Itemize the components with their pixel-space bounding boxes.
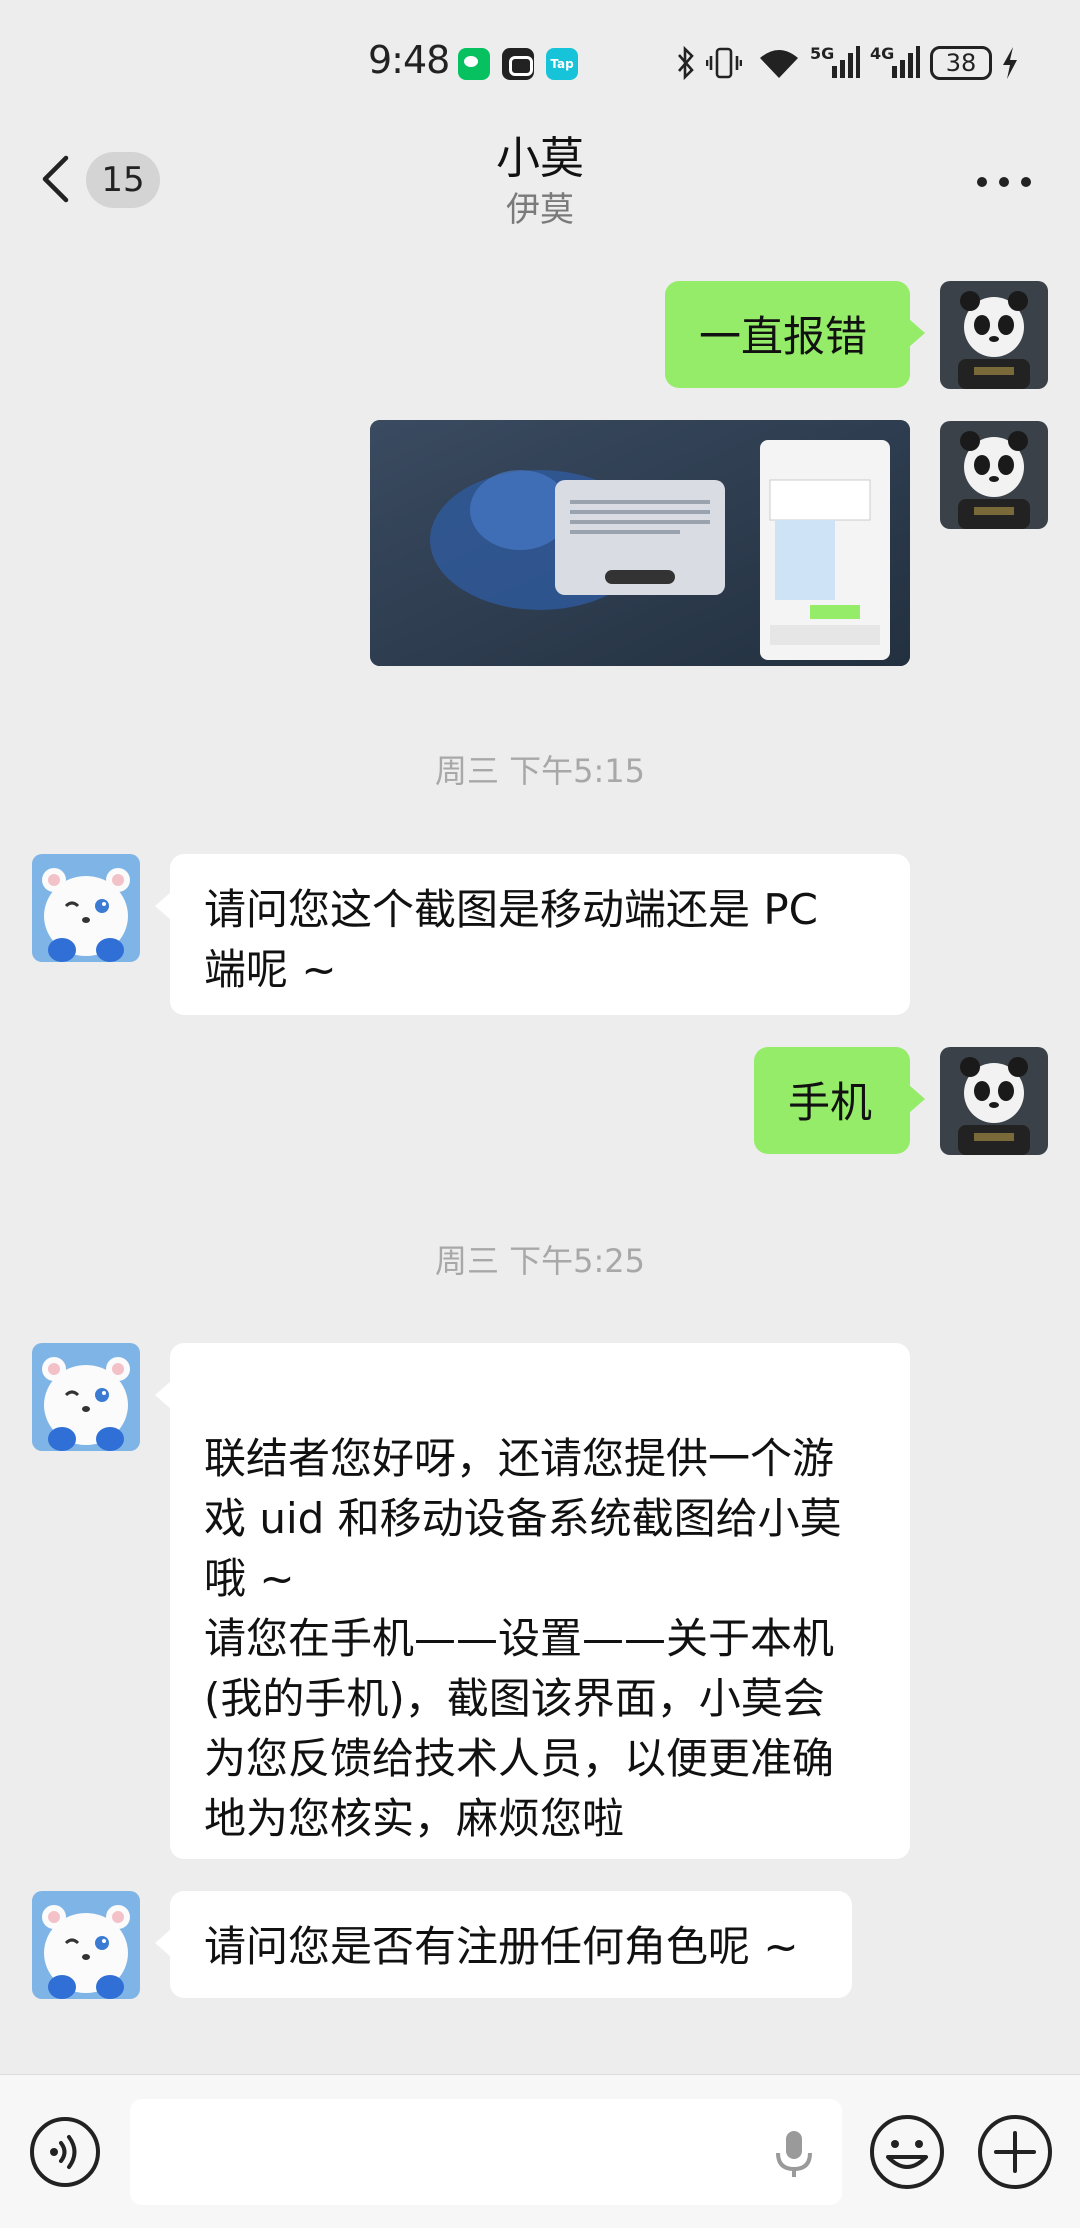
- timestamp: 周三 下午5:15: [434, 752, 646, 790]
- message-bubble-sent[interactable]: 一直报错: [665, 281, 925, 388]
- message-notification-icon: [502, 48, 534, 80]
- screenshot-image-message[interactable]: [370, 420, 910, 666]
- my-avatar[interactable]: [940, 421, 1048, 529]
- wifi-icon: [760, 50, 798, 78]
- battery-indicator: 38: [930, 46, 992, 80]
- status-bar: 9:48 Tap 5G 4G 38: [0, 0, 1080, 120]
- message-bubble-received[interactable]: 联结者您好呀，还请您提供一个游 戏 uid 和移动设备系统截图给小莫 哦 ~ 请…: [155, 1343, 910, 1859]
- message-text: 请问您这个截图是移动端还是 PC 端呢 ~: [204, 885, 819, 994]
- contact-avatar[interactable]: [32, 1343, 140, 1451]
- taptap-notification-icon: Tap: [546, 48, 578, 80]
- more-options-icon[interactable]: [976, 176, 1032, 188]
- charging-icon: [1003, 47, 1017, 79]
- signal-4g-icon: 4G: [870, 44, 920, 80]
- chat-subtitle: 伊莫: [506, 190, 574, 230]
- message-text: 请问您是否有注册任何角色呢 ~: [204, 1922, 799, 1971]
- my-avatar[interactable]: [940, 1047, 1048, 1155]
- wechat-notification-icon: [458, 48, 490, 80]
- my-avatar[interactable]: [940, 281, 1048, 389]
- contact-avatar[interactable]: [32, 854, 140, 962]
- chat-header: 15 小莫 伊莫: [0, 120, 1080, 242]
- status-time: 9:48: [368, 38, 450, 82]
- chat-title: 小莫: [496, 133, 584, 184]
- message-input[interactable]: [130, 2099, 842, 2205]
- signal-5g-icon: 5G: [810, 44, 860, 80]
- message-text: 一直报错: [699, 312, 868, 361]
- message-text: 联结者您好呀，还请您提供一个游 戏 uid 和移动设备系统截图给小莫 哦 ~ 请…: [204, 1434, 842, 1843]
- message-bubble-sent[interactable]: 手机: [754, 1047, 925, 1154]
- more-functions-plus-icon[interactable]: [976, 2113, 1054, 2191]
- message-bubble-received[interactable]: 请问您这个截图是移动端还是 PC 端呢 ~: [155, 854, 910, 1015]
- timestamp: 周三 下午5:25: [434, 1242, 646, 1280]
- message-text: 手机: [788, 1078, 873, 1127]
- bluetooth-icon: [678, 46, 694, 80]
- microphone-icon[interactable]: [772, 2129, 816, 2179]
- voice-input-icon[interactable]: [28, 2115, 102, 2189]
- emoji-icon[interactable]: [868, 2113, 946, 2191]
- vibrate-icon: [706, 47, 742, 79]
- contact-avatar[interactable]: [32, 1891, 140, 1999]
- message-bubble-received[interactable]: 请问您是否有注册任何角色呢 ~: [155, 1891, 852, 1998]
- input-bar: [0, 2074, 1080, 2228]
